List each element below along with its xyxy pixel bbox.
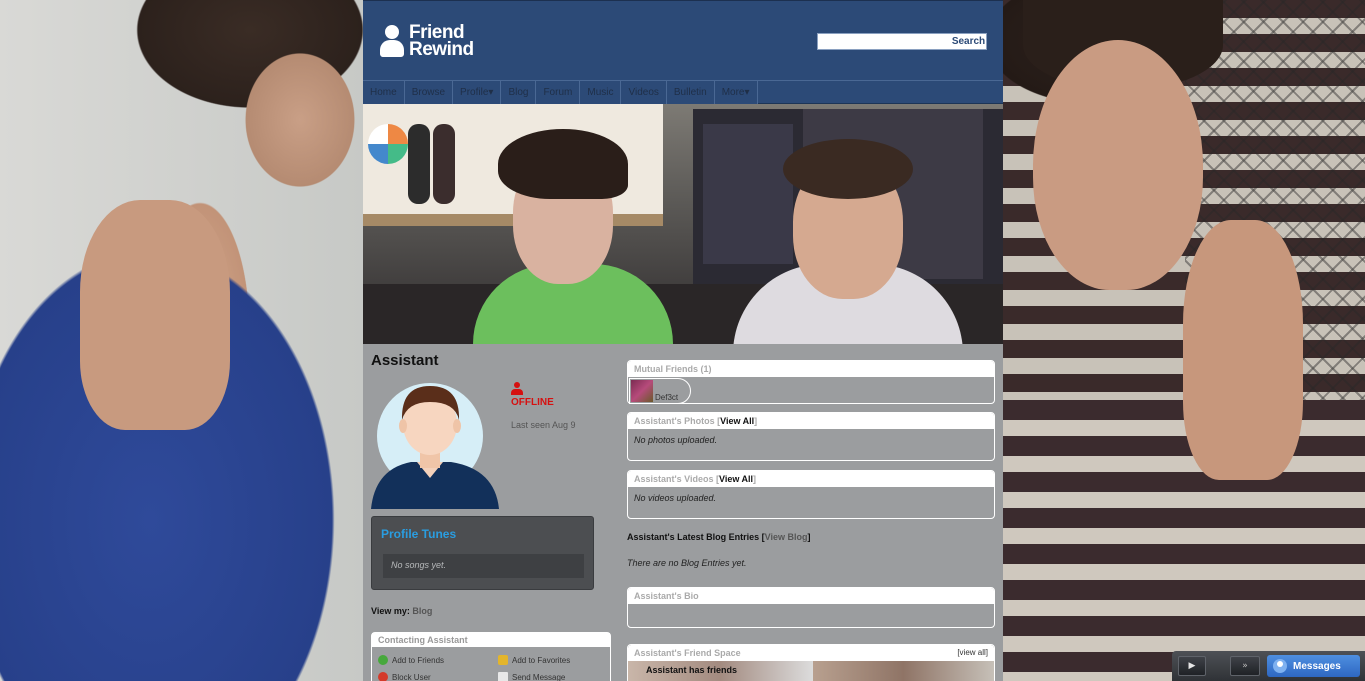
search-input[interactable]	[818, 34, 951, 49]
contact-panel: Contacting Assistant Add to Friends Add …	[371, 632, 611, 681]
chevron-down-icon: ▾	[744, 87, 750, 98]
last-seen-text: Last seen Aug 9	[511, 420, 576, 430]
music-player-bar: ▶ » Messages	[1172, 651, 1365, 681]
skip-button[interactable]: »	[1230, 656, 1260, 676]
photos-title: Assistant's Photos [View All]	[628, 413, 994, 429]
photos-box: Assistant's Photos [View All] No photos …	[627, 412, 995, 461]
search-box: Search	[817, 33, 987, 50]
profile-tunes-panel: Profile Tunes No songs yet.	[371, 516, 594, 590]
profile-content: Assistant OFFLINE Last seen Aug 9 Profil…	[363, 344, 1003, 681]
nav-profile[interactable]: Profile ▾	[453, 81, 502, 104]
profile-avatar[interactable]	[371, 374, 499, 509]
friend-avatar	[631, 380, 653, 402]
no-blog-entries-text: There are no Blog Entries yet.	[627, 558, 747, 568]
add-to-favorites-button[interactable]: Add to Favorites	[498, 655, 570, 665]
nav-forum[interactable]: Forum	[536, 81, 581, 104]
nav-more[interactable]: More ▾	[714, 81, 758, 104]
send-message-button[interactable]: Send Message	[498, 672, 565, 681]
chevron-down-icon: ▾	[488, 87, 494, 98]
friend-space-box: Assistant's Friend Space [view all] Assi…	[627, 644, 995, 681]
videos-box: Assistant's Videos [View All] No videos …	[627, 470, 995, 519]
messages-button[interactable]: Messages	[1267, 655, 1360, 677]
plus-icon	[378, 655, 388, 665]
profile-banner-image	[363, 104, 1003, 344]
main-nav: Home Browse Profile ▾ Blog Forum Music Vi…	[363, 80, 1003, 104]
block-icon	[378, 672, 388, 681]
status-label: OFFLINE	[511, 397, 554, 408]
friend-count-text: Assistant has friends	[646, 665, 738, 675]
mutual-friend-item[interactable]: Def3ct	[629, 378, 691, 404]
logo-line-2: Rewind	[409, 39, 474, 60]
main-column: Friend Rewind Search Home Browse Profile…	[363, 0, 1003, 681]
user-offline-icon	[511, 382, 523, 396]
photos-view-all-link[interactable]: View All	[720, 416, 754, 426]
blog-entries-title: Assistant's Latest Blog Entries [View Bl…	[627, 532, 811, 542]
contact-panel-title: Contacting Assistant	[372, 633, 610, 647]
bio-box: Assistant's Bio	[627, 587, 995, 628]
friend-space-title: Assistant's Friend Space	[628, 645, 994, 661]
friend-space-view-all-link[interactable]: [view all]	[957, 648, 988, 657]
background-image-right	[1003, 0, 1365, 681]
no-videos-text: No videos uploaded.	[634, 493, 717, 503]
nav-browse[interactable]: Browse	[404, 81, 454, 104]
nav-blog[interactable]: Blog	[501, 81, 537, 104]
site-logo[interactable]: Friend Rewind	[379, 23, 474, 59]
mutual-friends-box: Mutual Friends (1) Def3ct	[627, 360, 995, 404]
no-photos-text: No photos uploaded.	[634, 435, 718, 445]
friend-image[interactable]	[813, 661, 994, 681]
add-to-friends-button[interactable]: Add to Friends	[378, 655, 444, 665]
bio-title: Assistant's Bio	[628, 588, 994, 604]
nav-bulletin[interactable]: Bulletin	[666, 81, 715, 104]
site-header: Friend Rewind Search	[363, 0, 1003, 80]
block-user-button[interactable]: Block User	[378, 672, 431, 681]
nav-videos[interactable]: Videos	[621, 81, 667, 104]
background-hand	[80, 200, 230, 430]
background-image-left	[0, 0, 363, 681]
nav-music[interactable]: Music	[580, 81, 622, 104]
star-icon	[498, 655, 508, 665]
nav-home[interactable]: Home	[363, 81, 405, 104]
view-my-blog-link[interactable]: Blog	[412, 606, 432, 616]
profile-tunes-title: Profile Tunes	[381, 527, 457, 541]
videos-view-all-link[interactable]: View All	[719, 474, 753, 484]
online-status: OFFLINE	[511, 382, 554, 408]
friend-space-images: Assistant has friends	[628, 661, 994, 681]
play-button[interactable]: ▶	[1178, 656, 1206, 676]
search-button[interactable]: Search	[951, 34, 986, 49]
mutual-friends-title: Mutual Friends (1)	[628, 361, 994, 377]
user-icon	[1273, 659, 1287, 673]
profile-name: Assistant	[371, 352, 439, 369]
view-my-links: View my: Blog	[371, 606, 433, 616]
left-column: Assistant OFFLINE Last seen Aug 9 Profil…	[371, 344, 611, 681]
view-blog-link[interactable]: View Blog	[765, 532, 808, 542]
videos-title: Assistant's Videos [View All]	[628, 471, 994, 487]
envelope-icon	[498, 672, 508, 681]
friend-name: Def3ct	[655, 393, 679, 402]
person-icon	[379, 23, 405, 59]
no-songs-text: No songs yet.	[383, 554, 584, 578]
